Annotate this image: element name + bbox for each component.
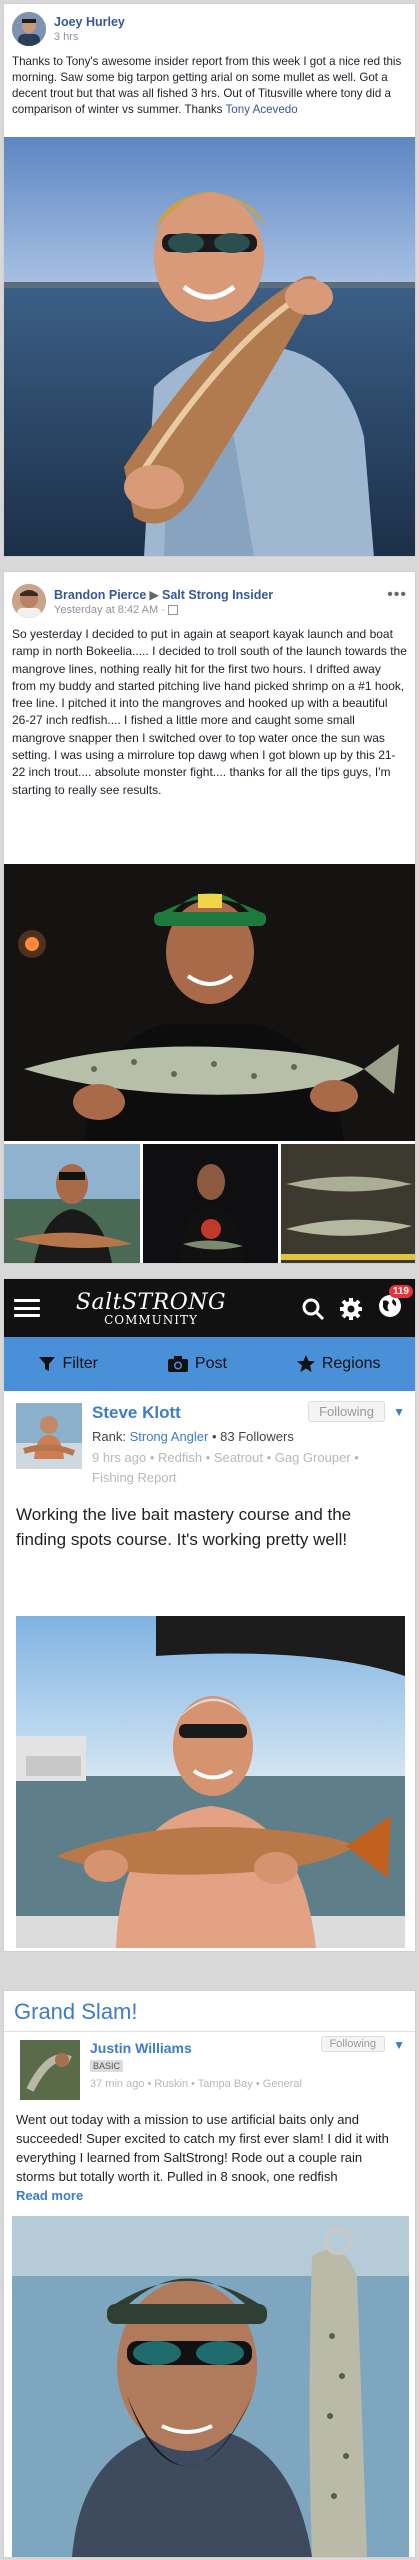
rank-label: Rank: (92, 1429, 130, 1444)
logo-text: SaltSTRONG (75, 1289, 227, 1315)
avatar[interactable] (20, 2040, 80, 2100)
star-icon (296, 1355, 315, 1372)
facebook-post-joey: Joey Hurley 3 hrs Thanks to Tony's aweso… (3, 3, 416, 557)
post-header: Steve Klott Rank: Strong Angler • 83 Fol… (4, 1391, 415, 1488)
post-header: Brandon Pierce ▶ Salt Strong Insider Yeste… (4, 572, 415, 620)
following-button[interactable]: Following (320, 2036, 385, 2052)
filter-tab[interactable]: Filter (38, 1355, 98, 1373)
grid-photo[interactable] (4, 1144, 140, 1263)
post-text: Thanks to Tony's awesome insider report … (4, 46, 415, 124)
post-body: Working the live bait mastery course and… (16, 1505, 352, 1549)
filter-icon (39, 1357, 56, 1371)
logo-subtext: COMMUNITY (104, 1312, 198, 1327)
avatar[interactable] (12, 584, 46, 618)
more-options-icon[interactable]: ••• (387, 586, 407, 604)
followers-count: • 83 Followers (208, 1429, 294, 1444)
post-meta: 9 hrs ago • Redfish • Seatrout • Gag Gro… (92, 1450, 359, 1485)
notification-count: 119 (388, 1285, 413, 1298)
salt-strong-app-screen: SaltSTRONG COMMUNITY 119 Filter Post Reg… (3, 1278, 416, 1952)
read-more-link[interactable]: Read more (4, 2188, 415, 2203)
app-header: SaltSTRONG COMMUNITY 119 (4, 1279, 415, 1337)
following-button[interactable]: Following (308, 1401, 385, 1422)
search-icon[interactable] (301, 1297, 325, 1321)
post-tab[interactable]: Post (167, 1355, 227, 1373)
catch-photo[interactable] (16, 1616, 405, 1948)
arrow-right-icon: ▶ (149, 587, 160, 602)
facebook-post-brandon: Brandon Pierce ▶ Salt Strong Insider Yeste… (3, 571, 416, 1264)
photo-grid (4, 1144, 415, 1263)
catch-photo[interactable] (12, 2216, 409, 2557)
post-time[interactable]: 3 hrs (54, 31, 407, 43)
grid-photo[interactable] (142, 1144, 279, 1263)
avatar[interactable] (16, 1403, 82, 1469)
filter-label: Filter (62, 1355, 99, 1372)
camera-icon (167, 1356, 188, 1372)
post-time[interactable]: Yesterday at 8:42 AM · (54, 604, 165, 616)
post-header: Joey Hurley 3 hrs (4, 4, 415, 46)
grid-photo[interactable] (281, 1144, 415, 1263)
post-body: So yesterday I decided to put in again a… (12, 627, 407, 797)
chevron-down-icon[interactable]: ▼ (393, 2038, 405, 2052)
menu-icon[interactable] (14, 1299, 40, 1317)
post-body: Went out today with a mission to use art… (16, 2112, 389, 2184)
author-name[interactable]: Brandon Pierce (54, 588, 146, 602)
catch-photo[interactable] (4, 137, 415, 556)
post-body: Thanks to Tony's awesome insider report … (12, 55, 402, 116)
post-meta: 37 min ago • Ruskin • Tampa Bay • Genera… (90, 2078, 302, 2090)
grand-slam-post: Grand Slam! Justin Williams BASIC 37 min… (3, 1990, 416, 2558)
avatar[interactable] (12, 11, 46, 46)
group-privacy-icon (167, 604, 178, 615)
group-name[interactable]: Salt Strong Insider (162, 588, 273, 602)
regions-label: Regions (321, 1355, 381, 1372)
membership-badge: BASIC (90, 2060, 124, 2072)
author-name[interactable]: Joey Hurley (54, 15, 407, 29)
chevron-down-icon[interactable]: ▼ (393, 1405, 405, 1419)
regions-tab[interactable]: Regions (296, 1354, 381, 1374)
post-label: Post (194, 1355, 227, 1372)
post-header: Justin Williams BASIC 37 min ago • Ruski… (4, 2032, 415, 2100)
gear-icon[interactable] (339, 1297, 363, 1321)
mention-link[interactable]: Tony Acevedo (226, 103, 298, 116)
feed-tabbar: Filter Post Regions (4, 1337, 415, 1391)
rank-line: Rank: Strong Angler • 83 Followers (92, 1429, 403, 1444)
notifications-button[interactable]: 119 (377, 1285, 413, 1324)
main-photo[interactable] (4, 864, 415, 1141)
rank-value[interactable]: Strong Angler (130, 1429, 209, 1444)
app-logo[interactable]: SaltSTRONG COMMUNITY (66, 1290, 236, 1327)
post-title[interactable]: Grand Slam! (4, 1991, 415, 2032)
